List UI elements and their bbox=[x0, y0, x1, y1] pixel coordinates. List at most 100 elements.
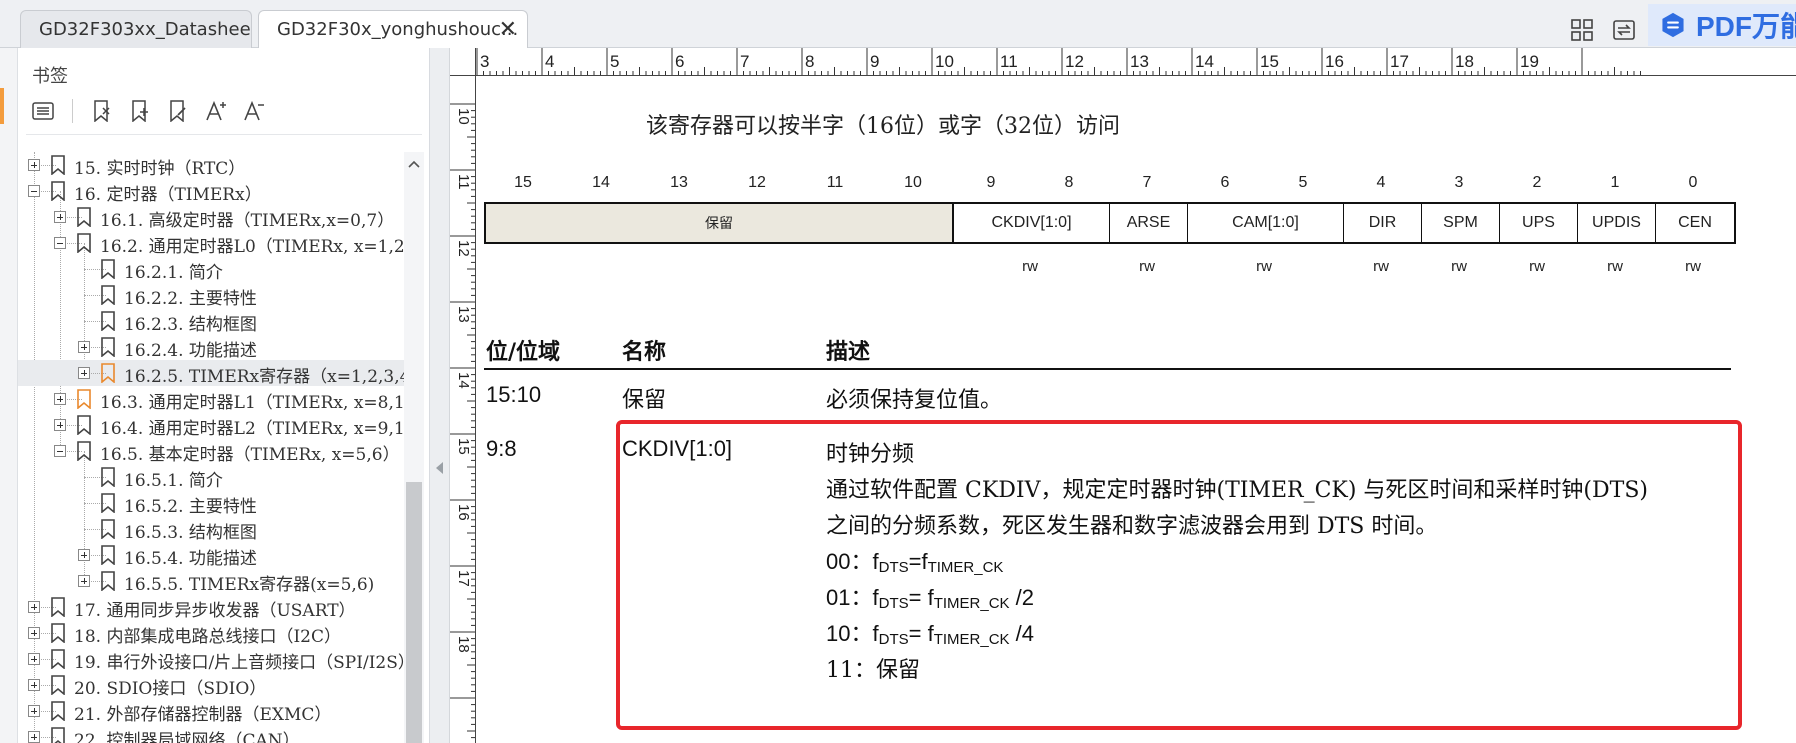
bookmark-label: 16.5.4. 功能描述 bbox=[124, 549, 257, 569]
collapse-icon[interactable] bbox=[54, 445, 66, 457]
expand-icon[interactable] bbox=[78, 367, 90, 379]
bit-number: 10 bbox=[904, 174, 922, 191]
sidebar-bookmark-item[interactable]: 16.2.5. TIMERx寄存器（x=1,2,3,4） bbox=[18, 360, 404, 387]
sidebar-bookmark-item[interactable]: 16.2.2. 主要特性 bbox=[18, 282, 404, 309]
bit-number: 2 bbox=[1532, 174, 1542, 191]
ruler-h-label: 6 bbox=[675, 52, 685, 71]
expand-icon[interactable] bbox=[28, 601, 40, 613]
sidebar-bookmark-item[interactable]: 16.2. 通用定时器L0（TIMERx, x=1,2,3,4） bbox=[18, 230, 404, 257]
sidebar-bookmark-item[interactable]: 16.5. 基本定时器（TIMERx, x=5,6） bbox=[18, 438, 404, 465]
register-access-note: 该寄存器可以按半字（16位）或字（32位）访问 bbox=[646, 114, 1120, 139]
bookmark-icon bbox=[51, 701, 65, 721]
ruler-v-label: 16 bbox=[455, 504, 472, 521]
bookmark-label: 16.2.5. TIMERx寄存器（x=1,2,3,4） bbox=[124, 367, 404, 387]
font-increase-icon[interactable] bbox=[203, 98, 229, 124]
sidebar-bookmark-item[interactable]: 18. 内部集成电路总线接口（I2C） bbox=[18, 620, 404, 647]
bookmark-icon bbox=[51, 623, 65, 643]
sidebar-bookmark-item[interactable]: 21. 外部存储器控制器（EXMC） bbox=[18, 698, 404, 725]
expand-icon[interactable] bbox=[78, 575, 90, 587]
sidebar-bookmark-item[interactable]: 15. 实时时钟（RTC） bbox=[18, 152, 404, 179]
expand-icon[interactable] bbox=[54, 211, 66, 223]
ruler-h-label: 10 bbox=[935, 52, 954, 71]
reg-field-arse: ARSE bbox=[1110, 204, 1188, 242]
expand-icon[interactable] bbox=[54, 393, 66, 405]
sidebar-bookmark-item[interactable]: 20. SDIO接口（SDIO） bbox=[18, 672, 404, 699]
table-header-rule bbox=[484, 368, 1731, 370]
bookmark-list-icon[interactable] bbox=[30, 98, 56, 124]
sidebar-bookmark-item[interactable]: 16.5.5. TIMERx寄存器(x=5,6) bbox=[18, 568, 404, 595]
tab-user-manual[interactable]: GD32F30x_yonghushouc... ✕ bbox=[258, 10, 528, 48]
document-page: 该寄存器可以按半字（16位）或字（32位）访问 15 14 13 12 11 10 9 8 7 6… bbox=[476, 76, 1796, 743]
bookmark-icon bbox=[77, 389, 91, 409]
reg-field-ups: UPS bbox=[1500, 204, 1578, 242]
expand-icon[interactable] bbox=[54, 419, 66, 431]
scrollbar-thumb[interactable] bbox=[406, 482, 422, 743]
sidebar-bookmark-item[interactable]: 16.4. 通用定时器L2（TIMERx, x=9,10,12,13） bbox=[18, 412, 404, 439]
expand-icon[interactable] bbox=[28, 679, 40, 691]
ruler-h-label: 8 bbox=[805, 52, 815, 71]
bookmark-label: 16.5.3. 结构框图 bbox=[124, 523, 257, 543]
reg-field-updis: UPDIS bbox=[1578, 204, 1656, 242]
sidebar-bookmark-item[interactable]: 19. 串行外设接口/片上音频接口（SPI/I2S） bbox=[18, 646, 404, 673]
expand-icon[interactable] bbox=[78, 341, 90, 353]
sidebar-bookmark-item[interactable]: 16.5.2. 主要特性 bbox=[18, 490, 404, 517]
ruler-h-label: 11 bbox=[1000, 52, 1018, 71]
sidebar-bookmark-item[interactable]: 16. 定时器（TIMERx） bbox=[18, 178, 404, 205]
reg-field-cen: CEN bbox=[1678, 214, 1712, 231]
bookmark-icon bbox=[101, 363, 115, 383]
bookmark-icon bbox=[51, 675, 65, 695]
sidebar-bookmark-item[interactable]: 16.2.1. 简介 bbox=[18, 256, 404, 283]
delete-bookmark-icon[interactable] bbox=[89, 98, 115, 124]
col-header-name: 名称 bbox=[622, 339, 667, 365]
bookmark-icon bbox=[101, 285, 115, 305]
highlight-box bbox=[616, 420, 1742, 730]
bit-number: 9 bbox=[986, 174, 996, 191]
expand-icon[interactable] bbox=[28, 653, 40, 665]
sidebar-bookmark-item[interactable]: 16.2.4. 功能描述 bbox=[18, 334, 404, 361]
expand-icon[interactable] bbox=[28, 627, 40, 639]
sidebar-bookmark-item[interactable]: 16.3. 通用定时器L1（TIMERx, x=8,11） bbox=[18, 386, 404, 413]
sidebar-bookmark-item[interactable]: 16.5.4. 功能描述 bbox=[18, 542, 404, 569]
ruler-h-label: 13 bbox=[1130, 52, 1149, 71]
bit-number: 12 bbox=[748, 174, 766, 191]
edit-bookmark-icon[interactable] bbox=[165, 98, 191, 124]
sidebar-bookmark-item[interactable]: 16.1. 高级定时器（TIMERx,x=0,7） bbox=[18, 204, 404, 231]
collapse-icon[interactable] bbox=[54, 237, 66, 249]
sidebar-collapse-handle[interactable] bbox=[430, 48, 450, 743]
tab-datasheet[interactable]: GD32F303xx_Datasheet... bbox=[20, 10, 252, 48]
sidebar-bookmark-item[interactable]: 17. 通用同步异步收发器（USART） bbox=[18, 594, 404, 621]
expand-icon[interactable] bbox=[28, 159, 40, 171]
expand-icon[interactable] bbox=[28, 705, 40, 717]
sidebar-scrollbar[interactable] bbox=[404, 152, 424, 743]
add-bookmark-icon[interactable] bbox=[127, 98, 153, 124]
grid-view-icon[interactable] bbox=[1568, 16, 1596, 44]
close-icon[interactable]: ✕ bbox=[499, 11, 517, 48]
row-reserved-name: 保留 bbox=[622, 388, 667, 413]
ruler-v-label: 10 bbox=[455, 108, 472, 125]
bit-number: 15 bbox=[514, 174, 532, 191]
expand-icon[interactable] bbox=[28, 731, 40, 743]
sidebar-bookmark-item[interactable]: 16.5.1. 简介 bbox=[18, 464, 404, 491]
pdf-brand-logo[interactable]: PDF万能 bbox=[1648, 4, 1796, 46]
convert-icon[interactable] bbox=[1610, 16, 1638, 44]
sidebar-bookmark-item[interactable]: 22. 控制器局域网络（CAN） bbox=[18, 724, 404, 743]
brand-hexagon-icon bbox=[1662, 12, 1684, 38]
reg-field-dir: DIR bbox=[1344, 204, 1422, 242]
scroll-up-icon[interactable] bbox=[408, 160, 420, 168]
bit-number: 11 bbox=[826, 174, 844, 191]
bookmark-label: 16.4. 通用定时器L2（TIMERx, x=9,10,12,13） bbox=[100, 419, 404, 439]
collapse-icon[interactable] bbox=[28, 185, 40, 197]
col-header-desc: 描述 bbox=[826, 339, 871, 365]
reg-field-reserved: 保留 bbox=[486, 204, 954, 242]
font-decrease-icon[interactable] bbox=[241, 98, 267, 124]
bookmark-icon bbox=[77, 415, 91, 435]
collapse-arrow-icon bbox=[436, 462, 443, 474]
field-access-type: rw bbox=[1022, 258, 1038, 275]
expand-icon[interactable] bbox=[78, 549, 90, 561]
bookmark-icon bbox=[101, 519, 115, 539]
sidebar-bookmark-item[interactable]: 16.5.3. 结构框图 bbox=[18, 516, 404, 543]
ruler-h-label: 3 bbox=[480, 52, 490, 71]
sidebar-bookmark-item[interactable]: 16.2.3. 结构框图 bbox=[18, 308, 404, 335]
active-panel-indicator bbox=[0, 88, 4, 124]
reg-field-ckdiv-1-0: CKDIV[1:0] bbox=[954, 204, 1110, 242]
